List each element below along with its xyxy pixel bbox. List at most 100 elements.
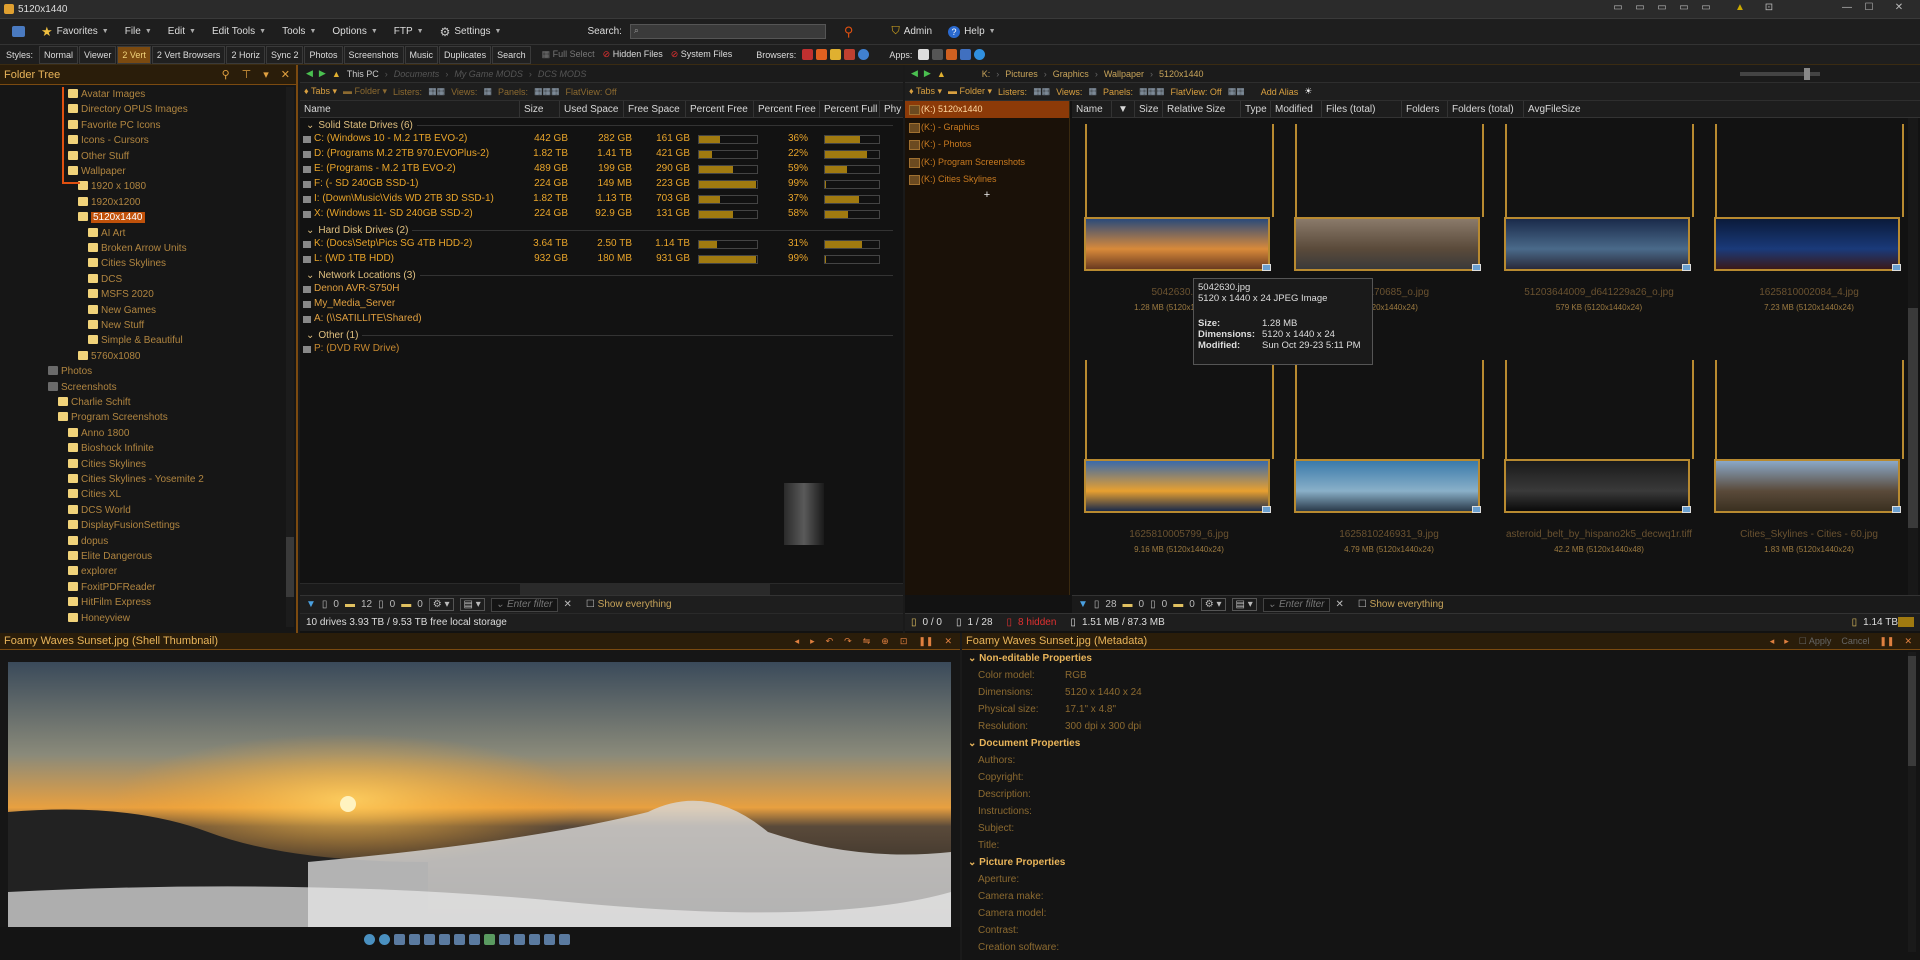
- metadata-property[interactable]: Aperture:: [962, 871, 1920, 888]
- column-percent-free-2[interactable]: Percent Free: [754, 101, 820, 117]
- style-search[interactable]: Search: [492, 45, 531, 64]
- show-everything-checkbox[interactable]: ☐ Show everything: [586, 599, 672, 610]
- metadata-property[interactable]: Title:: [962, 837, 1920, 854]
- edit-icon[interactable]: [529, 934, 540, 945]
- pin-icon[interactable]: ⊤: [242, 68, 252, 81]
- tree-item[interactable]: Elite Dangerous: [68, 549, 152, 564]
- show-everything-checkbox[interactable]: ☐ Show everything: [1358, 599, 1444, 610]
- tree-scrollbar[interactable]: [286, 87, 294, 627]
- thumbnail-image[interactable]: [1714, 459, 1900, 513]
- search-input[interactable]: ⌕: [629, 24, 826, 39]
- filter-type-icon[interactable]: ▤ ▾: [459, 598, 485, 611]
- column-relative-size[interactable]: Relative Size: [1163, 101, 1241, 117]
- column-avg-file-size[interactable]: AvgFileSize: [1524, 101, 1604, 117]
- tree-item[interactable]: DisplayFusionSettings: [68, 518, 180, 533]
- search-icon[interactable]: ⚲: [222, 68, 230, 81]
- tree-item[interactable]: Broken Arrow Units: [88, 241, 187, 256]
- app-icon[interactable]: [932, 49, 944, 60]
- system-files-toggle[interactable]: ⊘ System Files: [671, 49, 733, 60]
- view-icon[interactable]: ▦: [1088, 86, 1097, 97]
- tree-item[interactable]: Avatar Images: [68, 87, 145, 102]
- drive-row[interactable]: D: (Programs M.2 2TB 970.EVOPlus-2) 1.82 …: [300, 148, 903, 160]
- flatview-icons[interactable]: ▦▦: [1228, 86, 1245, 97]
- column-percent-free[interactable]: Percent Free: [686, 101, 754, 117]
- folder-tab[interactable]: (K:) Cities Skylines: [905, 171, 1069, 188]
- path-segment[interactable]: DCS MODS: [538, 69, 587, 79]
- tree-item[interactable]: Cities Skylines: [88, 256, 166, 271]
- tree-item[interactable]: 5760x1080: [78, 349, 141, 364]
- tree-item[interactable]: New Games: [88, 303, 156, 318]
- pause-icon[interactable]: ❚❚: [1879, 636, 1894, 647]
- layout-icon[interactable]: ▭: [1699, 2, 1713, 14]
- fit-icon[interactable]: [394, 934, 405, 945]
- sort-desc-icon[interactable]: ▼: [1112, 101, 1135, 117]
- rotate-right-icon[interactable]: ↷: [844, 636, 852, 647]
- column-used-space[interactable]: Used Space: [560, 101, 624, 117]
- back-icon[interactable]: ◀: [911, 68, 918, 79]
- windows-icon[interactable]: [918, 49, 930, 60]
- left-hscrollbar[interactable]: [300, 583, 903, 595]
- scroll-thumb[interactable]: [1908, 308, 1918, 528]
- tree-item[interactable]: FoxitPDFReader: [68, 580, 155, 595]
- forward-icon[interactable]: ▶: [319, 68, 326, 79]
- rotate-icon[interactable]: [454, 934, 465, 945]
- chevron-down-icon[interactable]: ▾: [263, 68, 269, 81]
- panel-icons[interactable]: ▦▦▦: [1139, 86, 1165, 97]
- views-label[interactable]: Views:: [1056, 87, 1082, 97]
- close-icon[interactable]: ✕: [1892, 2, 1906, 14]
- tree-item[interactable]: MSFS 2020: [88, 287, 154, 302]
- metadata-property[interactable]: Color model: RGB: [962, 667, 1920, 684]
- style-2-vert-browsers[interactable]: 2 Vert Browsers: [151, 45, 226, 64]
- filter-icon[interactable]: ▼: [1078, 599, 1088, 610]
- path-segment[interactable]: Graphics: [1053, 69, 1089, 79]
- prev-icon[interactable]: ◂: [795, 636, 800, 647]
- thumbnail-image[interactable]: [1084, 217, 1270, 271]
- next-icon[interactable]: [379, 934, 390, 945]
- style-duplicates[interactable]: Duplicates: [439, 45, 492, 64]
- drive-group-header[interactable]: ⌄ Solid State Drives (6): [300, 118, 903, 133]
- layout-icon[interactable]: ▭: [1633, 2, 1647, 14]
- lister-icons[interactable]: ▦▦: [1033, 86, 1050, 97]
- full-select-toggle[interactable]: ▦ Full Select: [542, 49, 595, 60]
- thumbnail-image[interactable]: [1504, 459, 1690, 513]
- pin-icon[interactable]: ▲: [1733, 2, 1747, 14]
- tree-item[interactable]: Icons - Cursors: [68, 133, 149, 148]
- right-vscrollbar[interactable]: [1908, 118, 1918, 595]
- browser-icon[interactable]: [802, 49, 814, 60]
- flatview-label[interactable]: FlatView: Off: [1171, 87, 1222, 97]
- add-alias-button[interactable]: Add Alias: [1261, 87, 1299, 97]
- filter-icon[interactable]: ▼: [306, 599, 316, 610]
- path-segment[interactable]: K:: [982, 69, 991, 79]
- hidden-files-toggle[interactable]: ⊘ Hidden Files: [603, 49, 663, 60]
- style-screenshots[interactable]: Screenshots: [343, 45, 404, 64]
- print-icon[interactable]: [544, 934, 555, 945]
- tree-item[interactable]: New Stuff: [88, 318, 144, 333]
- browser-icon[interactable]: [858, 49, 870, 60]
- drive-row[interactable]: K: (Docs\Setp\Pics SG 4TB HDD-2) 3.64 TB 2…: [300, 238, 903, 250]
- column-name[interactable]: Name: [300, 101, 520, 117]
- tabs-menu[interactable]: ♦ Tabs ▾: [304, 86, 337, 97]
- edit-tools-menu[interactable]: Edit Tools ▼: [204, 21, 274, 43]
- filter-input[interactable]: ⌄ Enter filter: [1262, 597, 1330, 612]
- tree-item[interactable]: Cities Skylines - Yosemite 2: [68, 472, 204, 487]
- settings-icon[interactable]: [559, 934, 570, 945]
- scroll-thumb[interactable]: [1908, 656, 1916, 766]
- tree-item[interactable]: Honeyview: [68, 611, 130, 626]
- thumbnail-image[interactable]: [1294, 459, 1480, 513]
- next-icon[interactable]: ▸: [1784, 636, 1789, 647]
- flip-icon[interactable]: ⇋: [863, 636, 871, 647]
- style-photos[interactable]: Photos: [304, 45, 343, 64]
- drive-row[interactable]: I: (Down\Music\Vids WD 2TB 3D SSD-1) 1.82…: [300, 193, 903, 205]
- folder-tab[interactable]: (K:) 5120x1440: [905, 101, 1069, 118]
- sun-icon[interactable]: ☀: [1304, 86, 1312, 97]
- cancel-button[interactable]: Cancel: [1841, 636, 1869, 646]
- fullscreen-icon[interactable]: [484, 934, 495, 945]
- column-size[interactable]: Size: [520, 101, 560, 117]
- tree-item[interactable]: 1920 x 1080: [78, 179, 146, 194]
- lister-icons[interactable]: ▦▦: [428, 86, 445, 97]
- path-segment[interactable]: Pictures: [1005, 69, 1038, 79]
- admin-button[interactable]: ⛉ Admin: [883, 21, 940, 43]
- app-menu-button[interactable]: [0, 21, 33, 43]
- up-icon[interactable]: ▲: [332, 69, 341, 79]
- path-segment[interactable]: This PC: [347, 69, 379, 79]
